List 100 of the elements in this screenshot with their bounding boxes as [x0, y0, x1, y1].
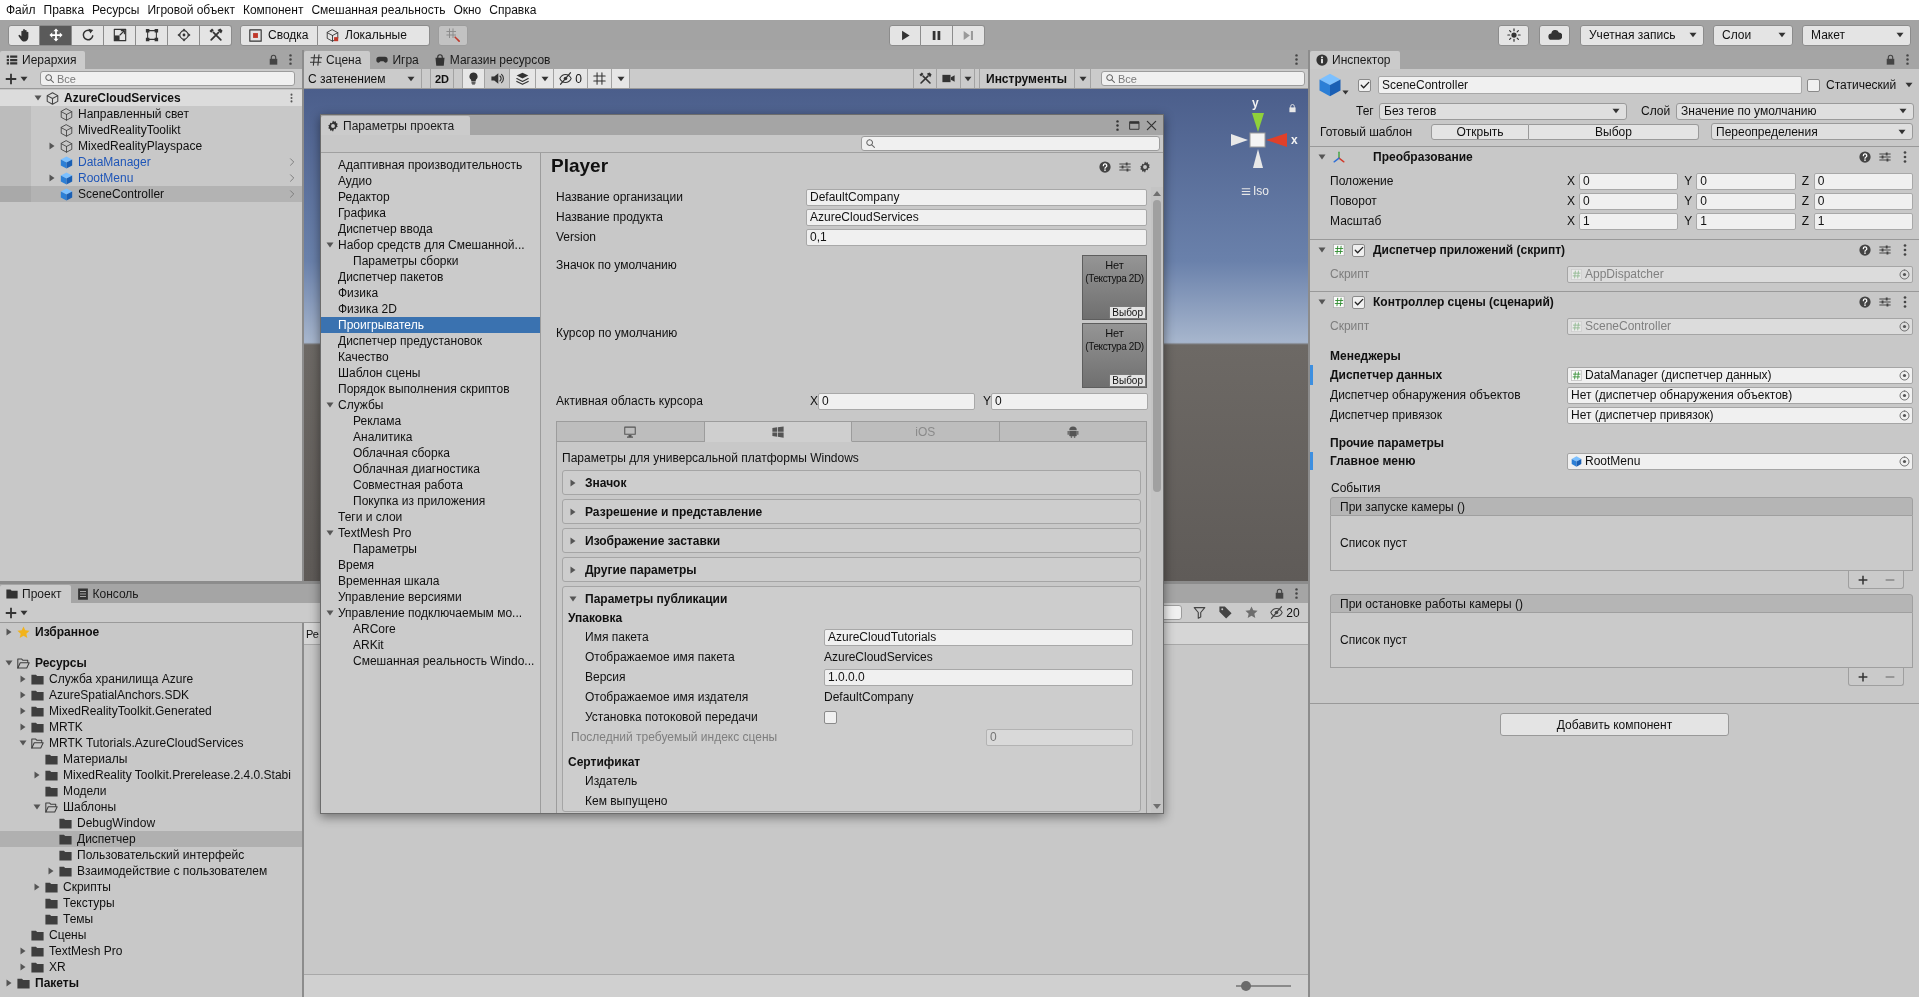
triangle-down-icon[interactable]	[326, 609, 334, 617]
folder-item[interactable]: Сцены	[0, 927, 302, 943]
sliders-icon[interactable]	[1119, 161, 1131, 173]
category-item[interactable]: Диспетчер ввода	[321, 221, 540, 237]
category-item[interactable]: Службы	[321, 397, 540, 413]
checkbox[interactable]	[1807, 78, 1820, 92]
category-item[interactable]: Качество	[321, 349, 540, 365]
plus-icon[interactable]	[1857, 671, 1868, 682]
select-button[interactable]: Выбор	[1109, 306, 1146, 319]
folder-item[interactable]: Пакеты	[0, 975, 302, 991]
checkbox[interactable]	[1352, 243, 1365, 257]
category-item[interactable]: Временная шкала	[321, 573, 540, 589]
help-icon[interactable]	[1099, 161, 1111, 173]
help-icon[interactable]	[1859, 296, 1871, 308]
triangle-right-icon[interactable]	[569, 536, 577, 545]
number-field[interactable]: 0	[1813, 172, 1913, 190]
category-item[interactable]: Управление версиями	[321, 589, 540, 605]
lock-icon[interactable]	[1274, 588, 1285, 599]
triangle-down-icon[interactable]	[326, 401, 334, 409]
hidden-packages-button[interactable]: 20	[1266, 603, 1304, 622]
category-item[interactable]: TextMesh Pro	[321, 525, 540, 541]
folder-item[interactable]: MixedRealityToolkit.Generated	[0, 703, 302, 719]
category-item[interactable]: Реклама	[321, 413, 540, 429]
triangle-down-icon[interactable]	[19, 739, 27, 747]
category-item[interactable]: Проигрыватель	[321, 317, 540, 333]
triangle-right-icon[interactable]	[19, 963, 27, 971]
folder-item[interactable]: Ресурсы	[0, 655, 302, 671]
input-field[interactable]: DefaultCompany	[806, 188, 1147, 206]
category-item[interactable]: Диспетчер пакетов	[321, 269, 540, 285]
category-item[interactable]: Физика 2D	[321, 301, 540, 317]
sliders-icon[interactable]	[1879, 151, 1891, 163]
tools-dropdown[interactable]: Инструменты	[979, 69, 1075, 88]
pause-button[interactable]	[921, 24, 953, 46]
tool-button[interactable]	[72, 24, 104, 46]
window-tab[interactable]: Параметры проекта	[321, 116, 470, 135]
hidden-objects-button[interactable]: 0	[554, 69, 588, 88]
triangle-right-icon[interactable]	[33, 883, 41, 891]
triangle-down-icon[interactable]	[33, 803, 41, 811]
object-field[interactable]: DataManager (диспетчер данных)	[1567, 366, 1913, 384]
triangle-down-icon[interactable]	[1318, 298, 1326, 306]
folder-item[interactable]: MixedReality Toolkit.Prerelease.2.4.0.Stabi	[0, 767, 302, 783]
object-field[interactable]: Нет (диспетчер обнаружения объектов)	[1567, 386, 1913, 404]
sliders-icon[interactable]	[1879, 244, 1891, 256]
folder-item[interactable]: Служба хранилища Azure	[0, 671, 302, 687]
checkbox[interactable]	[1352, 295, 1365, 309]
triangle-down-icon[interactable]	[5, 659, 13, 667]
breadcrumb[interactable]: Ре	[306, 627, 319, 640]
layer-dropdown[interactable]: Значение по умолчанию	[1676, 102, 1914, 120]
triangle-right-icon[interactable]	[19, 947, 27, 955]
folder-item[interactable]: MRTK	[0, 719, 302, 735]
triangle-down-icon[interactable]	[326, 241, 334, 249]
triangle-right-icon[interactable]	[47, 867, 55, 875]
checkbox[interactable]	[1358, 78, 1371, 92]
menu-item[interactable]: Файл	[4, 1, 38, 19]
category-item[interactable]: Параметры	[321, 541, 540, 557]
panel-tab[interactable]: Иерархия	[0, 51, 86, 69]
account-dropdown[interactable]: Учетная запись	[1580, 24, 1704, 46]
menu-item[interactable]: Правка	[41, 1, 87, 19]
menu-item[interactable]: Окно	[451, 1, 484, 19]
category-item[interactable]: Аудио	[321, 173, 540, 189]
triangle-down-icon[interactable]	[1318, 246, 1326, 254]
foldout-header[interactable]: Разрешение и представление	[563, 500, 1140, 523]
shading-dropdown[interactable]: С затенением	[304, 69, 422, 88]
overrides-dropdown[interactable]: Переопределения	[1711, 123, 1913, 140]
folder-item[interactable]: XR	[0, 959, 302, 975]
category-item[interactable]: Облачная сборка	[321, 445, 540, 461]
category-item[interactable]: Набор средств для Смешанной...	[321, 237, 540, 253]
platform-tab[interactable]	[704, 421, 852, 442]
folder-item[interactable]: Избранное	[0, 624, 302, 640]
menu-item[interactable]: Ресурсы	[90, 1, 142, 19]
panel-tab[interactable]: Сцена	[304, 51, 371, 69]
hierarchy-item[interactable]: SceneController	[0, 186, 302, 202]
toggle-button[interactable]	[510, 69, 536, 88]
category-item[interactable]: Параметры сборки	[321, 253, 540, 269]
search-field[interactable]: Все	[40, 71, 295, 86]
foldout-header[interactable]: Значок	[563, 471, 1140, 494]
number-field[interactable]: 0	[818, 392, 975, 410]
pivot-button[interactable]: Локальные	[318, 24, 430, 46]
category-item[interactable]: Адаптивная производительность	[321, 157, 540, 173]
category-item[interactable]: Теги и слои	[321, 509, 540, 525]
dropdown-button[interactable]	[612, 69, 630, 88]
folder-item[interactable]: Шаблоны	[0, 799, 302, 815]
pivot-button[interactable]: Сводка	[240, 24, 318, 46]
triangle-right-icon[interactable]	[569, 507, 577, 516]
projection-label[interactable]: Iso	[1253, 183, 1269, 199]
category-item[interactable]: Управление подключаемым мо...	[321, 605, 540, 621]
tool-button[interactable]	[40, 24, 72, 46]
plus-icon[interactable]	[1857, 574, 1868, 585]
triangle-right-icon[interactable]	[569, 478, 577, 487]
triangle-down-icon[interactable]	[569, 594, 577, 603]
number-field[interactable]: 0	[1579, 192, 1679, 210]
lock-icon[interactable]	[1288, 103, 1297, 113]
texture-slot[interactable]: Нет (Текстура 2D) Выбор	[1082, 323, 1147, 388]
folder-item[interactable]: MRTK Tutorials.AzureCloudServices	[0, 735, 302, 751]
checkbox[interactable]	[824, 710, 837, 724]
dropdown-button[interactable]	[536, 69, 554, 88]
category-item[interactable]: Шаблон сцены	[321, 365, 540, 381]
help-icon[interactable]	[1859, 151, 1871, 163]
category-item[interactable]: Физика	[321, 285, 540, 301]
triangle-down-icon[interactable]	[34, 94, 42, 102]
